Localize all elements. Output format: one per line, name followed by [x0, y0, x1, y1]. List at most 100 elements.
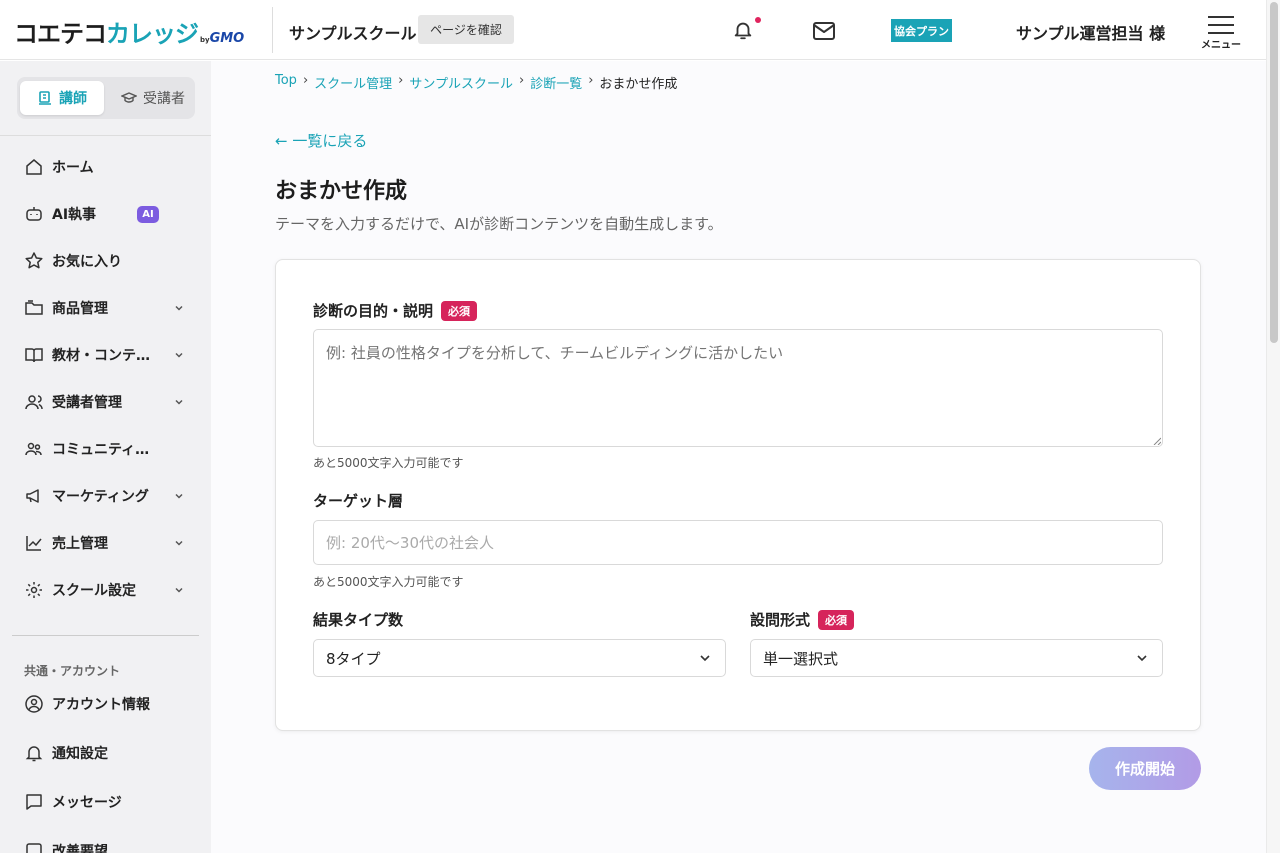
sidebar-item-notifications[interactable]: 通知設定 — [0, 733, 211, 773]
home-icon — [26, 159, 42, 175]
logo-brand: GMO — [209, 31, 245, 46]
target-helper: あと5000文字入力可能です — [313, 575, 464, 589]
target-label-text: ターゲット層 — [313, 492, 404, 510]
chevron-down-icon — [175, 540, 183, 546]
chart-icon — [26, 536, 42, 551]
breadcrumb-current: おまかせ作成 — [599, 77, 678, 92]
sidebar-item-ai[interactable]: AI執事 AI — [0, 194, 211, 234]
sidebar-item-label: AI執事 — [52, 207, 97, 223]
graduation-cap-icon — [121, 92, 137, 103]
question-format-label: 設問形式 必須 — [750, 609, 855, 630]
sidebar-item-label: 売上管理 — [52, 536, 108, 552]
sidebar-item-community[interactable]: コミュニティ管理 — [0, 429, 211, 469]
logo[interactable]: コエテコ カレッジ by GMO — [14, 14, 244, 49]
sidebar-divider — [12, 635, 199, 636]
users-icon — [25, 395, 43, 410]
breadcrumb-school[interactable]: サンプルスクール — [409, 73, 513, 92]
page-check-button[interactable]: ページを確認 — [418, 15, 514, 44]
sidebar-item-label: 商品管理 — [52, 301, 108, 317]
resize-handle-icon[interactable] — [1153, 437, 1161, 445]
sidebar: 講師 受講者 ホーム AI執事 AI お気に入り 商品管理 教材・コンテンツ 受… — [0, 61, 211, 853]
mail-icon[interactable] — [812, 20, 836, 42]
target-label: ターゲット層 — [313, 490, 403, 511]
book-icon — [25, 348, 43, 363]
ai-badge: AI — [137, 205, 159, 223]
sidebar-item-products[interactable]: 商品管理 — [0, 288, 211, 328]
back-to-list-link[interactable]: ← 一覧に戻る — [275, 130, 367, 151]
sidebar-item-feedback[interactable]: 改善要望 — [0, 831, 211, 853]
result-types-select[interactable]: 8タイプ — [313, 639, 726, 677]
question-format-select[interactable]: 単一選択式 — [750, 639, 1163, 677]
chevron-down-icon — [175, 399, 183, 405]
community-icon — [25, 442, 42, 456]
sidebar-item-messages[interactable]: メッセージ — [0, 782, 211, 822]
breadcrumb-separator: › — [588, 73, 594, 88]
purpose-label: 診断の目的・説明 必須 — [313, 300, 478, 321]
sidebar-item-label: 教材・コンテンツ — [52, 348, 157, 364]
sidebar-item-label: お気に入り — [52, 254, 122, 270]
scrollbar-thumb[interactable] — [1270, 2, 1278, 343]
sidebar-item-account[interactable]: アカウント情報 — [0, 684, 211, 724]
target-input[interactable]: 例: 20代〜30代の社会人 — [313, 520, 1163, 565]
account-icon — [25, 695, 43, 713]
breadcrumb-top[interactable]: Top — [275, 73, 297, 92]
star-icon — [25, 252, 43, 269]
sidebar-item-label: 改善要望 — [52, 844, 108, 853]
role-instructor-button[interactable]: 講師 — [20, 81, 104, 115]
robot-icon — [26, 207, 42, 221]
purpose-helper: あと5000文字入力可能です — [313, 456, 464, 470]
required-badge: 必須 — [441, 300, 478, 321]
result-types-label: 結果タイプ数 — [313, 609, 403, 630]
sidebar-item-home[interactable]: ホーム — [0, 147, 211, 187]
user-name[interactable]: サンプル運営担当 様 — [1016, 20, 1165, 44]
page-title: おまかせ作成 — [275, 179, 408, 204]
role-instructor-label: 講師 — [59, 91, 87, 107]
breadcrumb: Top › スクール管理 › サンプルスクール › 診断一覧 › おまかせ作成 — [275, 73, 677, 92]
sidebar-item-label: 通知設定 — [52, 746, 108, 762]
page-description: テーマを入力するだけで、AIが診断コンテンツを自動生成します。 — [275, 215, 723, 233]
purpose-label-text: 診断の目的・説明 — [313, 302, 434, 320]
logo-by: by — [200, 36, 210, 44]
breadcrumb-school-admin[interactable]: スクール管理 — [314, 73, 392, 92]
header-divider — [272, 7, 273, 53]
logo-text-main: コエテコ — [14, 20, 107, 48]
menu-label: メニュー — [1201, 40, 1241, 51]
feedback-icon — [26, 843, 42, 853]
sidebar-item-marketing[interactable]: マーケティング — [0, 476, 211, 516]
breadcrumb-diagnosis-list[interactable]: 診断一覧 — [530, 73, 582, 92]
sidebar-item-settings[interactable]: スクール設定 — [0, 570, 211, 610]
required-badge: 必須 — [818, 609, 855, 630]
sidebar-item-content[interactable]: 教材・コンテンツ — [0, 335, 211, 375]
chevron-down-icon — [1137, 655, 1147, 662]
sidebar-item-label: ホーム — [52, 160, 94, 176]
sidebar-divider — [0, 135, 211, 136]
sidebar-item-students[interactable]: 受講者管理 — [0, 382, 211, 422]
sidebar-item-sales[interactable]: 売上管理 — [0, 523, 211, 563]
menu-button[interactable]: メニュー — [1198, 14, 1244, 52]
chevron-down-icon — [175, 493, 183, 499]
result-types-value: 8タイプ — [326, 649, 381, 668]
sidebar-item-label: メッセージ — [52, 795, 122, 811]
main-content: Top › スクール管理 › サンプルスクール › 診断一覧 › おまかせ作成 … — [211, 61, 1266, 853]
role-student-button[interactable]: 受講者 — [113, 81, 193, 115]
notification-bell-icon[interactable] — [732, 19, 754, 41]
chevron-down-icon — [175, 305, 183, 311]
bell-icon — [25, 746, 43, 762]
breadcrumb-separator: › — [518, 73, 525, 88]
school-name: サンプルスクール — [289, 24, 417, 43]
page-scrollbar[interactable] — [1266, 0, 1280, 853]
start-creation-button[interactable]: 作成開始 — [1089, 747, 1201, 790]
folder-icon — [25, 300, 43, 315]
plan-badge: 協会プラン — [891, 19, 952, 42]
question-format-value: 単一選択式 — [763, 649, 839, 668]
chevron-down-icon — [700, 655, 710, 662]
sidebar-item-label: 受講者管理 — [52, 395, 122, 411]
sidebar-item-favorites[interactable]: お気に入り — [0, 241, 211, 281]
form-card: 診断の目的・説明 必須 あと5000文字入力可能です ターゲット層 例: 20代… — [275, 259, 1201, 731]
notification-dot — [755, 17, 761, 23]
logo-text-accent: カレッジ — [106, 20, 199, 48]
role-student-label: 受講者 — [143, 91, 185, 107]
result-types-label-text: 結果タイプ数 — [313, 611, 404, 629]
sidebar-item-label: スクール設定 — [52, 583, 136, 599]
purpose-textarea[interactable] — [313, 329, 1163, 447]
